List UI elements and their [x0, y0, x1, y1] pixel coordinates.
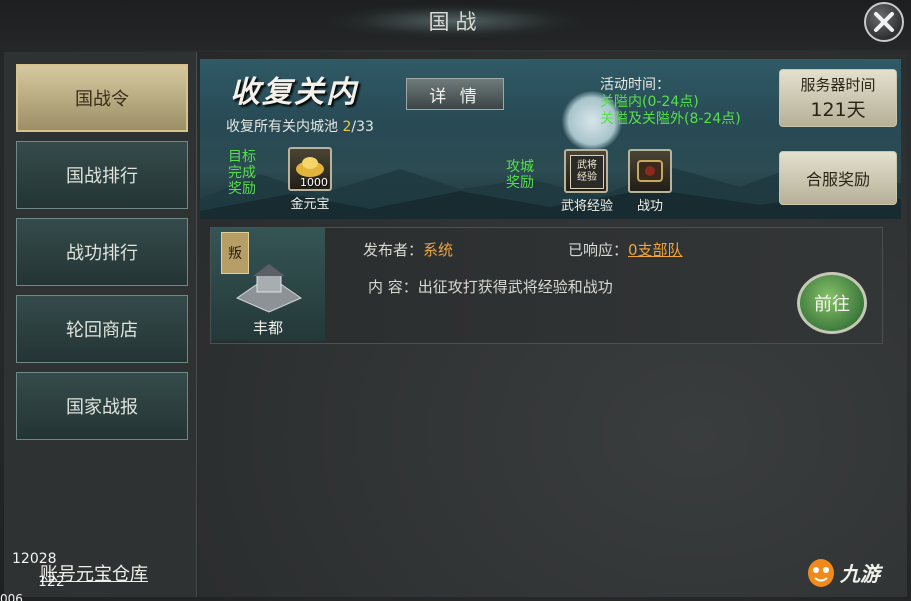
- server-time-value: 121天: [810, 99, 866, 121]
- activity-time-inner-pass: 关隘内(0-24点): [600, 94, 699, 110]
- server-time-box: 服务器时间 121天: [779, 69, 897, 127]
- debug-counter-2: 122: [38, 574, 65, 590]
- merge-reward-button[interactable]: 合服奖励: [779, 151, 897, 205]
- city-name: 丰都: [252, 319, 283, 337]
- content-label: 内 容：: [368, 278, 418, 296]
- gold-ingot-item[interactable]: 1000: [288, 147, 332, 191]
- debug-counter-1: 12028: [12, 551, 57, 567]
- sidebar-item-label: 国战令: [75, 89, 129, 110]
- general-exp-item[interactable]: 武将 经验: [564, 149, 608, 193]
- task-card: 叛 丰都 发布者：系统 已响应：0支部队 内 容：出征攻打获得武将经验和战功: [210, 227, 883, 344]
- publisher-value: 系统: [423, 241, 454, 259]
- sidebar-item-nation-war-ranking[interactable]: 国战排行: [16, 141, 188, 209]
- sidebar-item-merit-ranking[interactable]: 战功排行: [16, 218, 188, 286]
- close-button[interactable]: [864, 2, 904, 42]
- activity-time-outer-pass: 关隘及关隘外(8-24点): [600, 111, 741, 127]
- close-icon: [874, 12, 894, 32]
- responded-label: 已响应：: [568, 241, 629, 259]
- event-title: 收复关内: [230, 75, 358, 110]
- merge-reward-label: 合服奖励: [805, 170, 870, 189]
- jiuyou-logo: 九游: [806, 555, 880, 589]
- sidebar-item-label: 国战排行: [66, 166, 138, 187]
- event-progress: 收复所有关内城池 2/33: [226, 116, 374, 136]
- title-bar: 国战: [0, 0, 911, 50]
- city-icon: [235, 264, 303, 313]
- general-exp-icon: 武将 经验: [570, 155, 604, 189]
- publisher-row: 发布者：系统: [363, 239, 453, 260]
- sidebar-item-nation-war-order[interactable]: 国战令: [16, 64, 188, 132]
- go-button-label: 前往: [814, 294, 850, 315]
- scroll-icon: [637, 160, 663, 182]
- detail-button-label: 详 情: [429, 86, 481, 107]
- mascot-icon: [808, 559, 834, 587]
- responded-row: 已响应：0支部队: [568, 239, 683, 260]
- general-exp-caption: 武将经验: [560, 199, 613, 214]
- detail-button[interactable]: 详 情: [406, 78, 504, 110]
- responded-link[interactable]: 0支部队: [628, 241, 683, 259]
- merit-caption: 战功: [636, 199, 663, 214]
- sidebar-item-reincarnation-shop[interactable]: 轮回商店: [16, 295, 188, 363]
- sidebar-item-label: 国家战报: [66, 397, 138, 418]
- sidebar-item-nation-war-report[interactable]: 国家战报: [16, 372, 188, 440]
- server-time-label: 服务器时间: [800, 76, 876, 94]
- publisher-label: 发布者：: [363, 241, 424, 259]
- siege-reward-label: 攻城 奖励: [506, 159, 534, 191]
- merit-item[interactable]: [628, 149, 672, 193]
- activity-time-label: 活动时间：: [600, 77, 670, 93]
- goal-reward-label: 目标 完成 奖励: [228, 149, 256, 197]
- game-window: 国战 国战令 国战排行 战功排行 轮回商店 国家战报 收复关内 收复所有关内城池…: [0, 0, 911, 601]
- gold-ingot-qty: 1000: [300, 176, 328, 189]
- debug-counter-3: 006: [0, 592, 23, 601]
- progress-total: /33: [351, 119, 374, 135]
- sidebar-item-label: 战功排行: [66, 243, 138, 264]
- content-value: 出征攻打获得武将经验和战功: [417, 278, 613, 296]
- sidebar-item-label: 轮回商店: [66, 320, 138, 341]
- content-row: 内 容：出征攻打获得武将经验和战功: [368, 276, 613, 297]
- progress-prefix: 收复所有关内城池: [226, 119, 343, 135]
- logo-text: 九游: [840, 561, 880, 586]
- gold-ingot-caption: 金元宝: [290, 197, 330, 212]
- go-button[interactable]: 前往: [797, 272, 867, 334]
- event-banner: 收复关内 收复所有关内城池 2/33 详 情 活动时间： 关隘内(0-24点) …: [200, 59, 901, 219]
- activity-time: 活动时间： 关隘内(0-24点) 关隘及关隘外(8-24点): [600, 77, 741, 128]
- window-title: 国战: [428, 10, 483, 34]
- city-thumbnail[interactable]: 叛 丰都: [211, 228, 325, 341]
